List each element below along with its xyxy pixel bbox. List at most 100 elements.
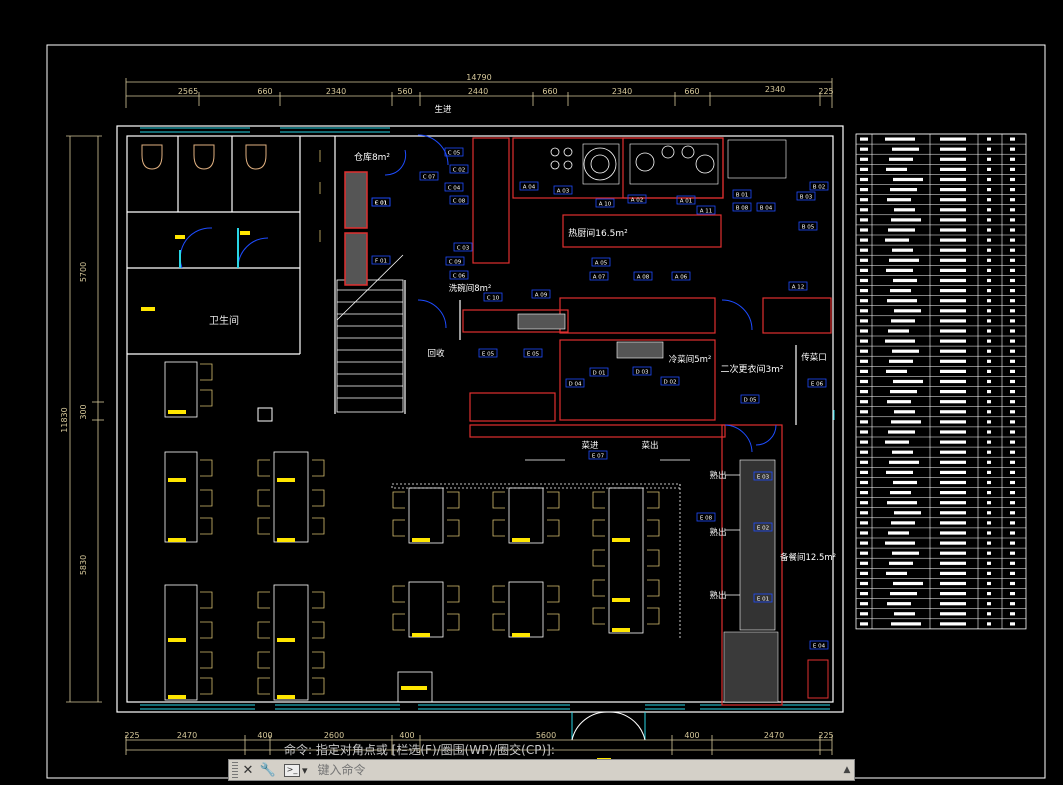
- legend-cell-text: [987, 329, 991, 333]
- legend-cell-text: [890, 188, 917, 192]
- legend-cell-text: [987, 450, 991, 454]
- legend-cell-text: [940, 188, 966, 192]
- dim-top-10: 225: [818, 87, 833, 96]
- legend-cell-text: [940, 531, 966, 535]
- legend-cell-text: [860, 571, 868, 575]
- legend-cell-text: [987, 571, 991, 575]
- equipment-tag-label: D 01: [593, 371, 606, 377]
- legend-cell-text: [894, 208, 915, 212]
- stoves: [550, 145, 715, 181]
- legend-cell-text: [892, 147, 919, 151]
- legend-cell-text: [860, 400, 868, 404]
- legend-cell-text: [860, 289, 868, 293]
- equipment-tag-label: A 03: [557, 189, 570, 195]
- legend-cell-text: [893, 177, 923, 182]
- equipment-tag-label: B 05: [802, 225, 815, 231]
- legend-cell-text: [887, 602, 911, 606]
- legend-cell-text: [860, 541, 868, 545]
- legend-cell-text: [1010, 581, 1015, 586]
- equipment-tag-label: A 07: [593, 275, 606, 281]
- label-meal-out-2: 熟出: [709, 527, 726, 538]
- legend-cell-text: [1010, 622, 1015, 626]
- legend-cell-text: [987, 592, 991, 596]
- legend-cell-text: [1010, 379, 1015, 384]
- legend-cell-text: [888, 228, 915, 232]
- legend-cell-text: [860, 440, 868, 444]
- table-markers: [141, 231, 630, 762]
- legend-cell-text: [987, 319, 991, 323]
- equipment-tag-label: D 05: [744, 398, 757, 404]
- legend-cell-text: [1010, 188, 1015, 192]
- equipment-tag-label: A 05: [595, 261, 608, 267]
- legend-cell-text: [987, 218, 991, 222]
- legend-cell-text: [1010, 137, 1015, 141]
- close-icon[interactable]: ✕: [238, 761, 258, 779]
- legend-cell-text: [893, 379, 923, 384]
- legend-cell-text: [860, 612, 868, 616]
- legend-cell-text: [1010, 551, 1015, 555]
- legend-cell-text: [987, 622, 991, 626]
- legend-cell-text: [987, 602, 991, 606]
- legend-cell-text: [1010, 612, 1015, 616]
- legend-cell-text: [1010, 501, 1015, 505]
- dim-bot-8: 2470: [764, 731, 784, 740]
- legend-cell-text: [987, 248, 991, 252]
- equipment-tag-label: C 05: [448, 151, 461, 157]
- legend-cell-text: [860, 299, 868, 303]
- wrench-icon[interactable]: 🔧: [258, 761, 278, 779]
- legend-cell-text: [940, 521, 966, 525]
- cad-drawing-canvas[interactable]: 14790 2565 660 2340 560 2440 660 2340 66…: [0, 0, 1063, 785]
- legend-cell-text: [860, 248, 868, 252]
- scroll-up-icon[interactable]: ▲: [840, 762, 854, 778]
- command-input[interactable]: [315, 762, 780, 778]
- legend-cell-text: [987, 521, 991, 525]
- dim-bot-9: 225: [818, 731, 833, 740]
- legend-cell-text: [860, 470, 868, 474]
- serving-room-hatch: [723, 631, 779, 703]
- dim-bot-2: 2470: [177, 731, 197, 740]
- legend-cell-text: [890, 390, 917, 394]
- restroom-doors[interactable]: [179, 227, 269, 269]
- legend-cell-text: [1010, 450, 1015, 454]
- legend-cell-text: [940, 289, 966, 293]
- equipment-tag-label: A 08: [637, 275, 650, 281]
- legend-cell-text: [940, 228, 966, 232]
- legend-cell-text: [940, 491, 966, 495]
- dim-top-6: 660: [542, 87, 557, 96]
- legend-cell-text: [891, 218, 921, 222]
- dim-bot-3: 400: [257, 731, 272, 740]
- legend-cell-text: [987, 501, 991, 505]
- equipment-tag-label: E 01: [757, 597, 769, 603]
- legend-cell-text: [987, 400, 991, 404]
- equipment-tag-label: A 06: [675, 275, 688, 281]
- legend-cell-text: [987, 339, 991, 343]
- legend-cell-text: [1010, 571, 1015, 575]
- legend-cell-text: [987, 299, 991, 303]
- dim-top-3: 2340: [326, 87, 346, 96]
- serving-cabinet: [807, 659, 829, 699]
- dim-top-1: 2565: [178, 87, 198, 96]
- legend-cell-text: [891, 622, 921, 626]
- legend-cell-text: [860, 359, 868, 363]
- legend-cell-text: [889, 157, 913, 161]
- dim-top-2: 660: [257, 87, 272, 96]
- legend-cell-text: [860, 480, 868, 485]
- equipment-tag-label: B 01: [736, 193, 749, 199]
- legend-cell-text: [987, 188, 991, 192]
- entrance-door[interactable]: [571, 711, 646, 741]
- equipment-tag-label: B 03: [800, 195, 813, 201]
- legend-cell-text: [940, 349, 966, 353]
- kitchen-doors[interactable]: [384, 134, 777, 453]
- legend-cell-text: [860, 430, 868, 434]
- equipment-tag-label: B 08: [736, 206, 749, 212]
- legend-cell-text: [1010, 531, 1015, 535]
- legend-cell-text: [894, 612, 915, 616]
- legend-cell-text: [860, 390, 868, 394]
- legend-cell-text: [1010, 289, 1015, 293]
- command-prompt-icon[interactable]: >_ ▾: [284, 763, 308, 777]
- equipment-tag-label: C 09: [449, 260, 462, 266]
- legend-cell-text: [893, 278, 917, 283]
- legend-cell-text: [892, 450, 913, 454]
- legend-cell-text: [987, 167, 991, 171]
- legend-cell-text: [987, 177, 991, 182]
